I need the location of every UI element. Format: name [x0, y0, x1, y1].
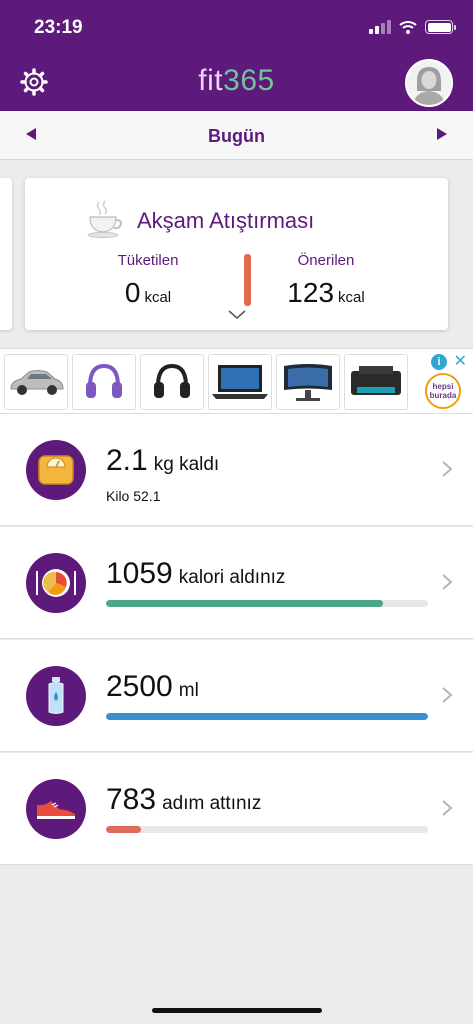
recommended-value: 123: [287, 277, 335, 308]
status-time: 23:19: [34, 17, 83, 38]
wifi-icon: [399, 21, 417, 34]
recommended-label: Önerilen: [297, 252, 355, 269]
battery-icon: [425, 20, 456, 34]
calories-progress-bar: [106, 600, 428, 607]
weight-row[interactable]: 2.1 kg kaldı Kilo 52.1: [0, 414, 473, 526]
teacup-icon: [87, 200, 122, 238]
app-logo: fit365: [0, 64, 473, 98]
weight-value: 2.1: [106, 444, 148, 477]
meal-progress-bar: [244, 254, 251, 306]
logo-part1: fit: [198, 64, 224, 97]
consumed-column: Tüketilen 0 kcal: [83, 252, 213, 309]
next-day-arrow-icon[interactable]: [437, 128, 447, 140]
plate-icon: [26, 553, 86, 613]
ad-item-laptop[interactable]: [208, 354, 272, 410]
scale-icon: [26, 440, 86, 500]
calories-row[interactable]: 1059 kalori aldınız: [0, 527, 473, 639]
ad-item-printer[interactable]: [344, 354, 408, 410]
ad-close-icon[interactable]: ✕: [454, 351, 467, 371]
ad-info-icon[interactable]: i: [431, 354, 447, 370]
consumed-unit: kcal: [144, 289, 172, 306]
ad-item-car[interactable]: [4, 354, 68, 410]
monitor-icon: [284, 364, 332, 401]
previous-meal-card[interactable]: [0, 178, 12, 330]
app-header: 23:19 fit365: [0, 0, 473, 111]
calories-value: 1059: [106, 557, 173, 590]
calories-label: kalori aldınız: [178, 567, 286, 588]
headphones-icon: [154, 363, 190, 398]
car-icon: [10, 370, 64, 395]
water-bottle-icon: [26, 666, 86, 726]
water-row[interactable]: 2500 ml: [0, 640, 473, 752]
printer-icon: [351, 366, 401, 395]
ad-item-purple-headphones[interactable]: [72, 354, 136, 410]
profile-avatar[interactable]: [405, 59, 453, 107]
status-icons: [369, 20, 456, 34]
sneaker-icon: [26, 779, 86, 839]
steps-value: 783: [106, 783, 157, 816]
ad-item-black-headphones[interactable]: [140, 354, 204, 410]
ad-brand-line2: burada: [429, 391, 457, 400]
weight-label: kg kaldı: [153, 454, 220, 475]
chevron-right-icon[interactable]: [441, 573, 453, 591]
recommended-column: Önerilen 123 kcal: [261, 252, 391, 309]
ad-banner[interactable]: i ✕ hepsi burada: [0, 348, 473, 414]
calories-progress-fill: [106, 600, 383, 607]
chevron-down-icon[interactable]: [228, 310, 246, 320]
home-indicator[interactable]: [152, 1008, 322, 1013]
water-label: ml: [178, 680, 199, 701]
ad-brand-logo[interactable]: hepsi burada: [425, 373, 461, 409]
meal-card[interactable]: Akşam Atıştırması Tüketilen 0 kcal Öneril…: [25, 178, 448, 330]
recommended-unit: kcal: [338, 289, 365, 306]
user-avatar-icon: [413, 67, 445, 105]
ad-item-monitor[interactable]: [276, 354, 340, 410]
ad-brand-line1: hepsi: [432, 382, 454, 391]
chevron-right-icon[interactable]: [441, 799, 453, 817]
headphones-icon: [86, 363, 122, 398]
water-progress-bar: [106, 713, 428, 720]
consumed-value: 0: [124, 277, 141, 308]
consumed-label: Tüketilen: [117, 252, 179, 269]
steps-progress-fill: [106, 826, 142, 833]
laptop-icon: [212, 365, 268, 399]
day-navigator: Bugün: [0, 111, 473, 160]
signal-icon: [369, 20, 391, 34]
day-title: Bugün: [208, 126, 265, 146]
steps-progress-bar: [106, 826, 428, 833]
water-value: 2500: [106, 670, 173, 703]
water-progress-fill: [106, 713, 428, 720]
steps-row[interactable]: 783 adım attınız: [0, 753, 473, 865]
steps-label: adım attınız: [162, 793, 262, 814]
logo-part2: 365: [223, 64, 275, 97]
chevron-right-icon[interactable]: [441, 686, 453, 704]
weight-sub: Kilo 52.1: [106, 488, 161, 504]
meal-title: Akşam Atıştırması: [137, 208, 315, 233]
chevron-right-icon[interactable]: [441, 460, 453, 478]
